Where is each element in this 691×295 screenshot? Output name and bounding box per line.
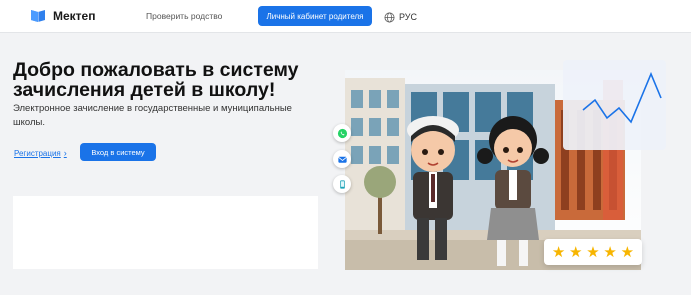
phone-chip[interactable]: [333, 175, 351, 193]
whatsapp-icon: [337, 128, 347, 138]
bottom-fade: [0, 283, 691, 295]
parent-cabinet-button[interactable]: Личный кабинет родителя: [258, 6, 372, 26]
language-label: РУС: [399, 12, 418, 22]
content-card: [13, 196, 318, 269]
check-relationship-link[interactable]: Проверить родство: [146, 11, 222, 21]
logo-text[interactable]: Мектеп: [53, 9, 95, 23]
login-button[interactable]: Вход в систему: [80, 143, 156, 161]
hero-title: Добро пожаловать в систему зачисления де…: [13, 59, 299, 101]
statistics-card: [563, 60, 666, 150]
book-icon[interactable]: [30, 7, 46, 23]
globe-icon: [384, 12, 395, 22]
whatsapp-chip[interactable]: [333, 124, 351, 142]
hero-subtitle: Электронное зачисление в государственные…: [13, 103, 292, 128]
email-chip[interactable]: [333, 150, 351, 168]
register-link-label: Регистрация: [14, 148, 61, 158]
star-icon: ★: [586, 243, 600, 261]
star-icon: ★: [620, 243, 635, 261]
star-icon: ★: [551, 243, 566, 261]
chevron-right-icon: ›: [63, 148, 67, 158]
language-selector[interactable]: РУС: [384, 10, 417, 24]
phone-icon: [339, 179, 345, 189]
register-link[interactable]: Регистрация ›: [14, 148, 67, 158]
rating-card: ★ ★ ★ ★ ★: [544, 239, 642, 265]
email-icon: [337, 156, 347, 163]
top-header: Мектеп Проверить родство Личный кабинет …: [0, 0, 691, 33]
star-icon: ★: [569, 243, 583, 261]
star-icon: ★: [603, 243, 617, 261]
